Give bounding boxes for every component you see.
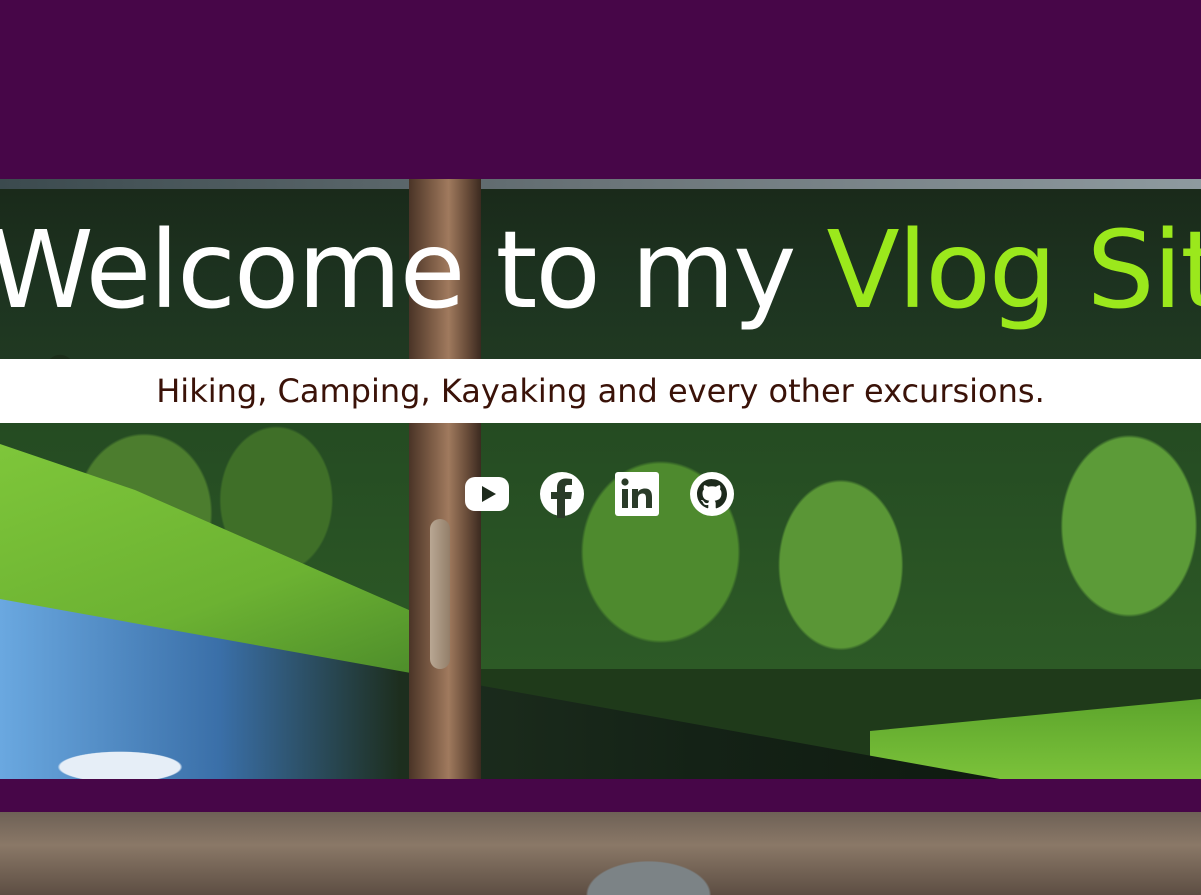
title-main: Welcome to my [0, 209, 827, 333]
page-title: Welcome to my Vlog Site [0, 218, 1201, 325]
facebook-link[interactable] [538, 470, 586, 518]
github-icon [690, 472, 734, 516]
page: Welcome to my Vlog Site Hiking, Camping,… [0, 0, 1201, 895]
linkedin-link[interactable] [613, 470, 661, 518]
title-accent: Vlog Site [826, 209, 1201, 333]
section-background-image [0, 812, 1201, 895]
subtitle: Hiking, Camping, Kayaking and every othe… [156, 372, 1045, 410]
divider-band [0, 779, 1201, 812]
youtube-icon [465, 477, 509, 511]
github-link[interactable] [688, 470, 736, 518]
social-links [463, 470, 736, 518]
youtube-link[interactable] [463, 470, 511, 518]
facebook-icon [540, 472, 584, 518]
subtitle-banner: Hiking, Camping, Kayaking and every othe… [0, 359, 1201, 423]
header-band [0, 0, 1201, 179]
linkedin-icon [615, 472, 659, 516]
